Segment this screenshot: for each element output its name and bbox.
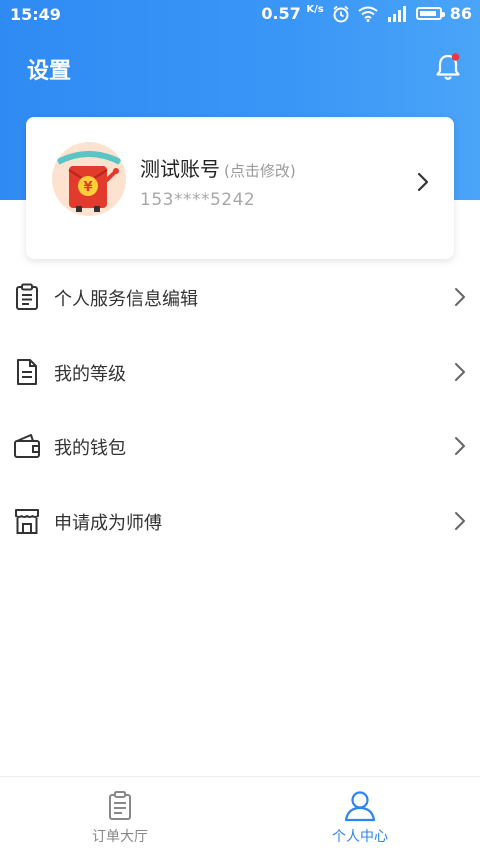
- svg-text:¥: ¥: [83, 180, 92, 195]
- menu-item-label: 我的等级: [54, 363, 126, 385]
- phone-number: 153****5242: [140, 190, 256, 210]
- menu-item-my-level[interactable]: 我的等级: [0, 334, 480, 409]
- tab-personal-center[interactable]: 个人中心: [240, 777, 480, 853]
- menu-item-label: 申请成为师傅: [54, 512, 162, 534]
- alarm-icon: [333, 5, 349, 22]
- notification-bell-icon[interactable]: [434, 52, 462, 82]
- notification-dot: [451, 53, 460, 61]
- chevron-right-icon: [455, 362, 465, 381]
- page-title: 设置: [27, 59, 72, 84]
- status-bar: 15:49 0.57 K/s 86: [0, 0, 480, 30]
- wifi-icon: [358, 6, 378, 22]
- shop-icon: [15, 508, 39, 534]
- profile-card[interactable]: ¥ 测试账号 (点击修改) 153****5242: [26, 117, 454, 259]
- order-list-icon: [109, 791, 131, 820]
- chevron-right-icon: [455, 288, 465, 306]
- menu-item-become-master[interactable]: 申请成为师傅: [0, 483, 480, 558]
- tab-order-hall[interactable]: 订单大厅: [0, 777, 240, 853]
- wallet-icon: [14, 434, 40, 458]
- menu-item-service-info[interactable]: 个人服务信息编辑: [0, 259, 480, 334]
- menu-item-label: 我的钱包: [54, 438, 126, 459]
- network-speed: 0.57 K/s: [261, 4, 324, 23]
- clipboard-icon: [16, 283, 38, 310]
- battery-icon: [415, 7, 445, 20]
- status-time: 15:49: [10, 5, 61, 24]
- document-icon: [17, 358, 37, 385]
- edit-hint: (点击修改): [224, 162, 296, 180]
- person-icon: [344, 791, 376, 822]
- settings-menu: 个人服务信息编辑 我的等级 我的钱包 申请成为师傅: [0, 259, 480, 557]
- red-envelope-avatar-icon: ¥: [52, 142, 126, 216]
- menu-item-my-wallet[interactable]: 我的钱包: [0, 408, 480, 483]
- battery-level: 86: [449, 4, 472, 23]
- account-name[interactable]: 测试账号 (点击修改): [140, 153, 296, 182]
- chevron-right-icon: [455, 511, 465, 530]
- menu-item-label: 个人服务信息编辑: [54, 289, 198, 310]
- chevron-right-icon[interactable]: [416, 171, 430, 193]
- bottom-nav: 订单大厅 个人中心: [0, 776, 480, 853]
- chevron-right-icon: [455, 437, 465, 455]
- cellular-signal-icon: [387, 5, 406, 22]
- tab-label: 个人中心: [332, 829, 388, 845]
- network-speed-unit: K/s: [306, 4, 324, 15]
- avatar[interactable]: ¥: [52, 142, 126, 216]
- tab-label: 订单大厅: [92, 829, 148, 845]
